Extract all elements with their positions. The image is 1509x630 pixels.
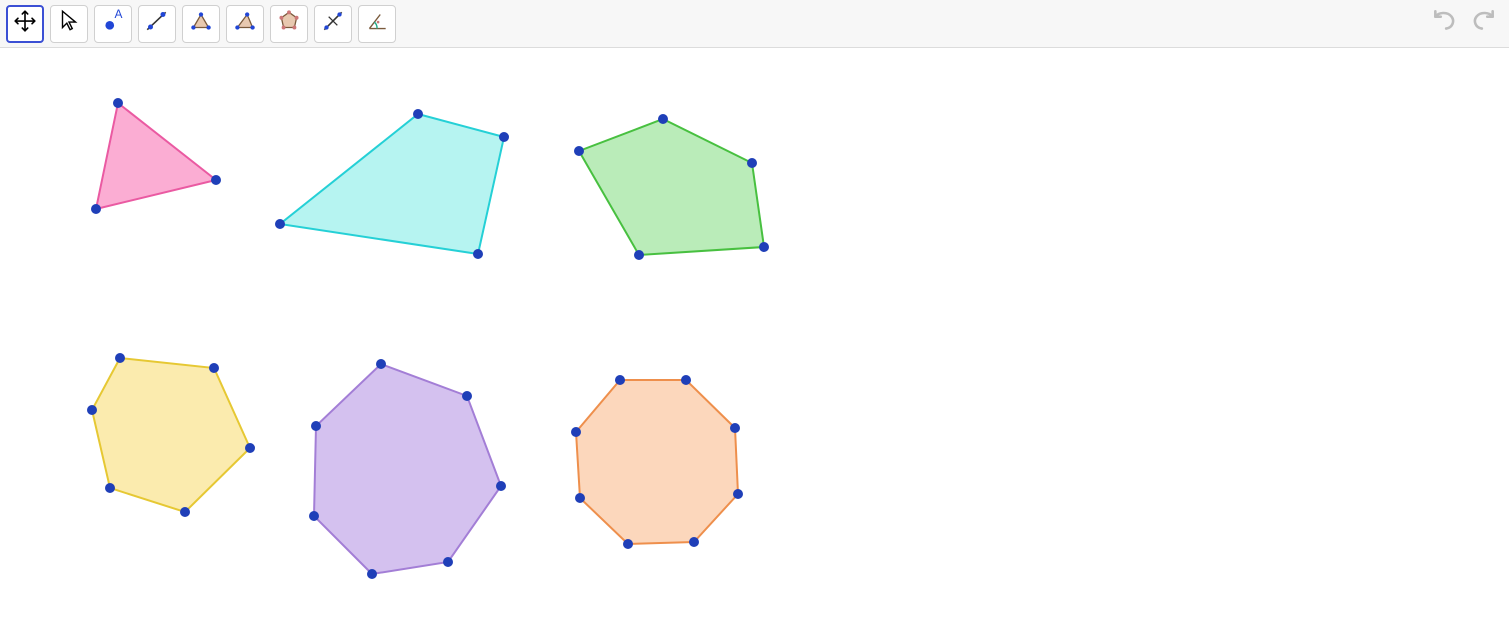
- undo-button[interactable]: [1429, 9, 1459, 39]
- vertex-point[interactable]: [309, 511, 319, 521]
- vertex-point[interactable]: [209, 363, 219, 373]
- vertex-point[interactable]: [115, 353, 125, 363]
- vertex-point[interactable]: [658, 114, 668, 124]
- bisector-icon: [320, 8, 346, 39]
- quadrilateral-shape[interactable]: [280, 114, 504, 254]
- angle-tool-button[interactable]: [358, 5, 396, 43]
- vertex-point[interactable]: [113, 98, 123, 108]
- vertex-point[interactable]: [574, 146, 584, 156]
- vertex-point[interactable]: [245, 443, 255, 453]
- triangle-icon: [188, 8, 214, 39]
- polygon-icon: [232, 8, 258, 39]
- vertex-point[interactable]: [571, 427, 581, 437]
- vertex-point[interactable]: [496, 481, 506, 491]
- rigid-polygon-tool-button[interactable]: [270, 5, 308, 43]
- vertex-point[interactable]: [623, 539, 633, 549]
- vertex-point[interactable]: [730, 423, 740, 433]
- vertex-point[interactable]: [499, 132, 509, 142]
- move-tool-button[interactable]: [6, 5, 44, 43]
- vertex-point[interactable]: [759, 242, 769, 252]
- bisector-tool-button[interactable]: [314, 5, 352, 43]
- hexagon-shape[interactable]: [92, 358, 250, 512]
- drawing-canvas[interactable]: [0, 48, 1509, 630]
- app-root: A: [0, 0, 1509, 630]
- polygon-tool-button[interactable]: [226, 5, 264, 43]
- pentagon-shape[interactable]: [579, 119, 764, 255]
- vertex-point[interactable]: [733, 489, 743, 499]
- toolbar: A: [0, 0, 1509, 48]
- vertex-point[interactable]: [87, 405, 97, 415]
- vertex-point[interactable]: [443, 557, 453, 567]
- vertex-point[interactable]: [211, 175, 221, 185]
- triangle-tool-button[interactable]: [182, 5, 220, 43]
- line-tool-button[interactable]: [138, 5, 176, 43]
- vertex-point[interactable]: [747, 158, 757, 168]
- cursor-icon: [56, 8, 82, 39]
- redo-button[interactable]: [1469, 9, 1499, 39]
- vertex-point[interactable]: [681, 375, 691, 385]
- vertex-point[interactable]: [413, 109, 423, 119]
- vertex-point[interactable]: [575, 493, 585, 503]
- point-icon: A: [100, 8, 126, 39]
- vertex-point[interactable]: [275, 219, 285, 229]
- point-label: A: [114, 8, 122, 21]
- vertex-point[interactable]: [473, 249, 483, 259]
- line-icon: [144, 8, 170, 39]
- move-icon: [12, 8, 38, 39]
- vertex-point[interactable]: [180, 507, 190, 517]
- redo-icon: [1471, 8, 1497, 39]
- rigid-polygon-icon: [276, 8, 302, 39]
- octagon-shape[interactable]: [576, 380, 738, 544]
- heptagon-shape[interactable]: [314, 364, 501, 574]
- vertex-point[interactable]: [689, 537, 699, 547]
- canvas-svg: [0, 48, 1509, 630]
- vertex-point[interactable]: [105, 483, 115, 493]
- vertex-point[interactable]: [91, 204, 101, 214]
- triangle-shape[interactable]: [96, 103, 216, 209]
- vertex-point[interactable]: [311, 421, 321, 431]
- point-tool-button[interactable]: A: [94, 5, 132, 43]
- vertex-point[interactable]: [462, 391, 472, 401]
- vertex-point[interactable]: [376, 359, 386, 369]
- vertex-point[interactable]: [367, 569, 377, 579]
- angle-icon: [364, 8, 390, 39]
- vertex-point[interactable]: [634, 250, 644, 260]
- pointer-tool-button[interactable]: [50, 5, 88, 43]
- undo-icon: [1431, 8, 1457, 39]
- vertex-point[interactable]: [615, 375, 625, 385]
